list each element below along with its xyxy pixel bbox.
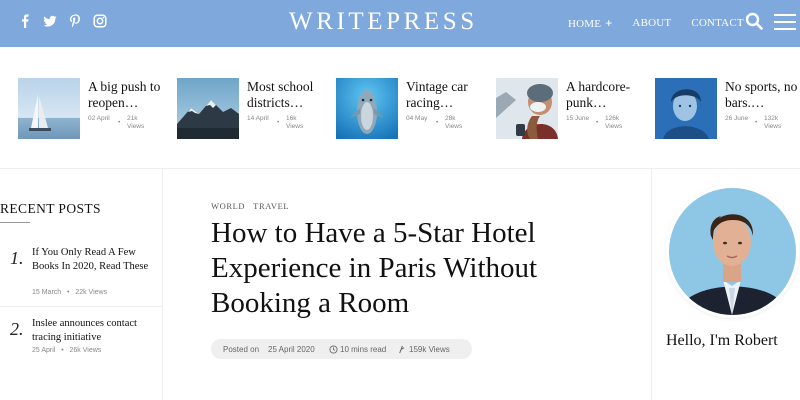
recent-post-title[interactable]: If You Only Read A Few Books In 2020, Re… bbox=[32, 246, 160, 273]
nav-about[interactable]: ABOUT bbox=[632, 17, 671, 29]
woman-mask-thumbnail[interactable] bbox=[496, 78, 558, 139]
main-article: WORLD TRAVEL How to Have a 5-Star Hotel … bbox=[164, 169, 650, 400]
article-categories: WORLD TRAVEL bbox=[211, 201, 289, 211]
featured-card[interactable]: No sports, no bars.… 26 June • 132k View… bbox=[655, 78, 800, 140]
meta-separator: • bbox=[118, 119, 121, 126]
featured-title[interactable]: A big push to reopen… bbox=[88, 79, 170, 111]
recent-posts-sidebar: RECENT POSTS 1. If You Only Read A Few B… bbox=[0, 169, 163, 400]
site-header: WRITEPRESS HOME + ABOUT CONTACT bbox=[0, 0, 800, 47]
meta-separator: • bbox=[277, 119, 280, 126]
submenu-plus-icon: + bbox=[605, 16, 613, 30]
recent-post-meta: 25 April • 26k Views bbox=[32, 347, 101, 354]
meta-separator: • bbox=[755, 119, 758, 126]
nav-home[interactable]: HOME + bbox=[568, 16, 612, 30]
article-title[interactable]: How to Have a 5-Star Hotel Experience in… bbox=[211, 216, 631, 321]
category-travel[interactable]: TRAVEL bbox=[253, 201, 289, 211]
featured-card[interactable]: A big push to reopen… 02 April • 21k Vie… bbox=[18, 78, 168, 140]
featured-date: 04 May bbox=[406, 115, 428, 122]
sailboat-thumbnail[interactable] bbox=[18, 78, 80, 139]
featured-title[interactable]: Vintage car racing… bbox=[406, 79, 488, 111]
portrait-thumbnail[interactable] bbox=[655, 78, 717, 139]
dolphin-thumbnail[interactable] bbox=[336, 78, 398, 139]
facebook-icon[interactable] bbox=[18, 14, 32, 28]
post-number: 1. bbox=[10, 248, 24, 268]
featured-views: 16k Views bbox=[286, 115, 304, 130]
main-nav: HOME + ABOUT CONTACT bbox=[568, 16, 764, 30]
featured-title[interactable]: No sports, no bars.… bbox=[725, 79, 800, 111]
featured-date: 02 April bbox=[88, 115, 110, 122]
author-avatar[interactable] bbox=[669, 188, 796, 315]
heading-underline bbox=[0, 222, 30, 223]
author-greeting: Hello, I'm Robert bbox=[666, 332, 778, 349]
recent-post-views: 26k Views bbox=[69, 347, 102, 354]
clock-icon bbox=[329, 345, 338, 354]
recent-posts-heading: RECENT POSTS bbox=[0, 201, 101, 216]
article-date: 25 April 2020 bbox=[268, 345, 315, 354]
social-links bbox=[18, 14, 107, 28]
recent-post-meta: 15 March • 22k Views bbox=[32, 289, 107, 296]
site-logo[interactable]: WRITEPRESS bbox=[289, 8, 478, 36]
featured-date: 14 April bbox=[247, 115, 269, 122]
pinterest-icon[interactable] bbox=[68, 14, 82, 28]
instagram-icon[interactable] bbox=[93, 14, 107, 28]
nav-contact[interactable]: CONTACT bbox=[691, 17, 743, 29]
post-number: 2. bbox=[10, 319, 24, 339]
mountains-thumbnail[interactable] bbox=[177, 78, 239, 139]
meta-separator: • bbox=[57, 347, 68, 354]
featured-title[interactable]: A hardcore-punk… bbox=[566, 79, 648, 111]
recent-post-views: 22k Views bbox=[75, 289, 108, 296]
article-meta-bar: Posted on 25 April 2020 10 mins read 159… bbox=[211, 339, 472, 359]
list-divider bbox=[0, 306, 163, 307]
featured-card[interactable]: A hardcore-punk… 15 June • 126k Views bbox=[496, 78, 646, 140]
featured-views: 132k Views bbox=[764, 115, 782, 130]
recent-post-title[interactable]: Inslee announces contact tracing initiat… bbox=[32, 317, 160, 344]
featured-card[interactable]: Vintage car racing… 04 May • 28k Views bbox=[336, 78, 486, 140]
recent-post-date: 15 March bbox=[32, 289, 62, 296]
featured-date: 15 June bbox=[566, 115, 590, 122]
meta-separator: • bbox=[63, 289, 74, 296]
featured-views: 126k Views bbox=[605, 115, 623, 130]
posted-on-label: Posted on bbox=[223, 345, 260, 354]
featured-posts: A big push to reopen… 02 April • 21k Vie… bbox=[0, 47, 800, 169]
recent-post-date: 25 April bbox=[32, 347, 56, 354]
author-sidebar: Hello, I'm Robert bbox=[651, 169, 800, 400]
search-icon[interactable] bbox=[745, 12, 763, 30]
nav-home-label: HOME bbox=[568, 18, 602, 30]
meta-separator: • bbox=[436, 119, 439, 126]
featured-title[interactable]: Most school districts… bbox=[247, 79, 329, 111]
twitter-icon[interactable] bbox=[43, 14, 57, 28]
views-icon bbox=[397, 345, 406, 354]
read-time: 10 mins read bbox=[340, 345, 387, 354]
category-world[interactable]: WORLD bbox=[211, 201, 245, 211]
hamburger-menu-icon[interactable] bbox=[774, 13, 796, 31]
article-views: 159k Views bbox=[409, 345, 450, 354]
meta-separator: • bbox=[596, 119, 599, 126]
featured-views: 21k Views bbox=[127, 115, 145, 130]
featured-date: 26 June bbox=[725, 115, 749, 122]
featured-views: 28k Views bbox=[445, 115, 463, 130]
featured-card[interactable]: Most school districts… 14 April • 16k Vi… bbox=[177, 78, 327, 140]
